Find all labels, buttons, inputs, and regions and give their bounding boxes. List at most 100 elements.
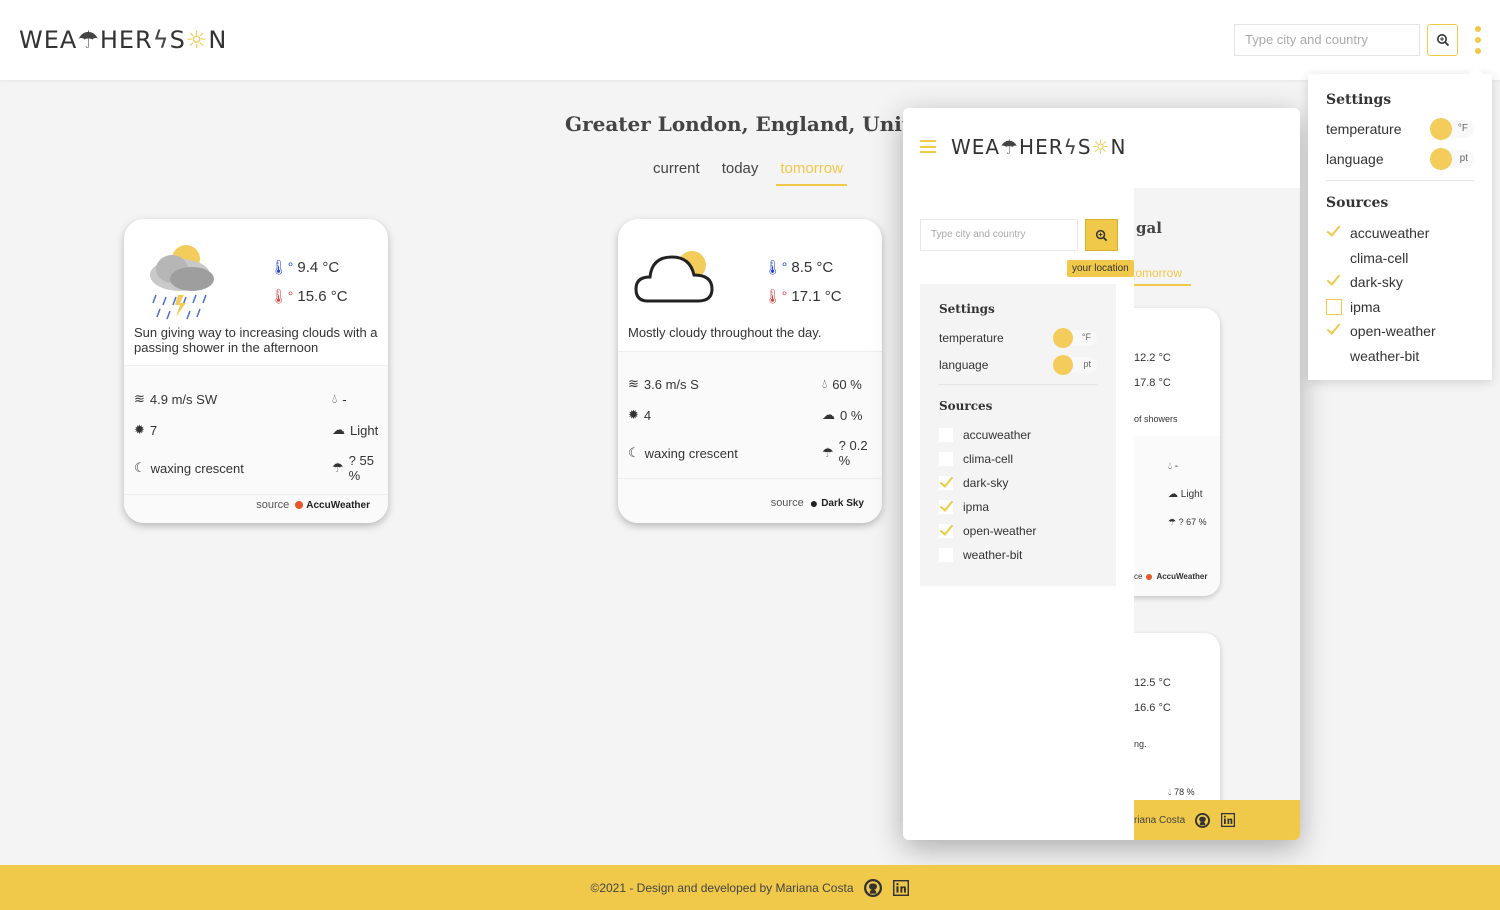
source-checkbox[interactable]: [1326, 347, 1342, 364]
sun-icon: ☼: [1091, 135, 1111, 159]
source-label: weather-bit: [1350, 347, 1420, 364]
temperature-toggle[interactable]: °F: [1430, 118, 1474, 140]
umbrella-icon: ☂: [1000, 135, 1020, 159]
forecast-description: Sun giving way to increasing clouds with…: [134, 325, 378, 355]
precipitation-icon: ☁︎: [1168, 489, 1178, 500]
settings-heading: Settings: [939, 302, 995, 316]
source-checkbox[interactable]: [1326, 249, 1342, 266]
temp-max: 17.1 °C: [791, 288, 842, 305]
wind-icon: ≋: [134, 391, 145, 406]
sun-icon: ☼: [185, 26, 209, 54]
source-option-weather-bit[interactable]: weather-bit: [939, 543, 1097, 567]
tab-tomorrow[interactable]: tomorrow: [1132, 266, 1191, 286]
source-checkbox[interactable]: [939, 476, 953, 490]
search-icon: [1436, 34, 1449, 47]
source-checkbox[interactable]: [939, 428, 953, 442]
umbrella-icon: ☂: [822, 445, 834, 460]
language-setting: language pt: [1326, 148, 1474, 170]
source-checkbox[interactable]: [939, 500, 953, 514]
app-logo[interactable]: WEA ☂ HER ϟ S ☼ N: [19, 26, 227, 54]
source-attribution: source ● Dark Sky: [770, 495, 864, 511]
page-footer: ©2021 - Design and developed by Mariana …: [0, 865, 1500, 910]
source-label: ipma: [1350, 298, 1381, 315]
linkedin-icon[interactable]: [1219, 811, 1237, 829]
uv-sun-icon: ✹: [134, 422, 145, 437]
mobile-background-content: gal tomorrow 12.2 °C 17.8 °C of showers 💧…: [1124, 188, 1300, 840]
forecast-tabs: current today tomorrow: [653, 160, 869, 186]
temp-min: 8.5 °C: [791, 259, 834, 276]
precipitation-icon: ☁︎: [332, 422, 345, 437]
settings-heading: Settings: [1326, 92, 1392, 108]
sources-heading: Sources: [939, 399, 993, 413]
temp-max: 15.6 °C: [297, 288, 348, 305]
source-checkbox[interactable]: [1326, 323, 1342, 340]
search-button[interactable]: [1427, 24, 1458, 56]
source-option-ipma[interactable]: ipma: [1326, 295, 1474, 320]
search-button[interactable]: [1085, 219, 1118, 251]
thermometer-cold-icon: 🌡︎°: [764, 259, 788, 275]
github-icon[interactable]: [863, 878, 882, 897]
mobile-footer: riana Costa: [1134, 800, 1300, 840]
location-tooltip: your location: [1067, 260, 1134, 277]
source-label: open-weather: [1350, 323, 1436, 340]
humidity-icon: 💧︎: [1168, 461, 1172, 472]
darksky-logo[interactable]: ● Dark Sky: [810, 495, 864, 511]
tab-tomorrow[interactable]: tomorrow: [776, 160, 847, 186]
source-option-weather-bit[interactable]: weather-bit: [1326, 344, 1474, 369]
source-label: accuweather: [963, 428, 1032, 442]
source-checkbox[interactable]: [1326, 298, 1342, 315]
sources-list: accuweather clima-cell dark-sky ipma open-we…: [1326, 221, 1474, 368]
mobile-logo[interactable]: WEA ☂ HER ϟ S ☼ N: [951, 135, 1126, 159]
mobile-drawer: Type city and country your location Sett…: [903, 188, 1134, 840]
sources-heading: Sources: [1326, 195, 1389, 211]
source-option-dark-sky[interactable]: dark-sky: [939, 471, 1097, 495]
search-input[interactable]: Type city and country: [920, 219, 1078, 251]
source-option-accuweather[interactable]: accuweather: [1326, 221, 1474, 246]
source-option-ipma[interactable]: ipma: [939, 495, 1097, 519]
cloudy-rain-weather-icon: [150, 245, 214, 320]
source-checkbox[interactable]: [939, 452, 953, 466]
temperature-range: 🌡︎° 9.4 °C 🌡︎° 15.6 °C: [270, 253, 348, 311]
moon-icon: ☾: [134, 460, 146, 475]
temp-min: 9.4 °C: [297, 259, 340, 276]
settings-dropdown: Settings temperature °F language pt Sour…: [1308, 66, 1492, 380]
moon-icon: ☾: [628, 445, 640, 460]
source-option-clima-cell[interactable]: clima-cell: [939, 447, 1097, 471]
source-option-open-weather[interactable]: open-weather: [1326, 319, 1474, 344]
lightning-icon: ϟ: [1063, 135, 1078, 159]
accuweather-logo[interactable]: AccuWeather: [295, 500, 370, 511]
source-option-open-weather[interactable]: open-weather: [939, 519, 1097, 543]
language-toggle[interactable]: pt: [1430, 148, 1474, 170]
language-toggle[interactable]: pt: [1053, 355, 1097, 375]
partly-cloudy-icon: [634, 251, 714, 303]
thermometer-hot-icon: 🌡︎°: [270, 288, 294, 304]
source-checkbox[interactable]: [1326, 274, 1342, 291]
source-option-accuweather[interactable]: accuweather: [939, 423, 1097, 447]
source-checkbox[interactable]: [939, 524, 953, 538]
wind-icon: ≋: [628, 376, 639, 391]
tab-current[interactable]: current: [653, 160, 700, 186]
umbrella-icon: ☂: [332, 460, 344, 475]
hamburger-menu-icon[interactable]: [920, 140, 936, 153]
source-checkbox[interactable]: [939, 548, 953, 562]
sources-list: accuweather clima-cell dark-sky ipma open-we…: [939, 423, 1097, 567]
temperature-setting: temperature °F: [939, 328, 1097, 348]
humidity-icon: 💧︎: [822, 376, 828, 391]
lightning-icon: ϟ: [152, 26, 170, 54]
source-checkbox[interactable]: [1326, 225, 1342, 242]
thermometer-hot-icon: 🌡︎°: [764, 288, 788, 304]
search-input[interactable]: Type city and country: [1234, 24, 1420, 56]
tab-today[interactable]: today: [722, 160, 759, 186]
source-label: open-weather: [963, 524, 1037, 538]
temperature-toggle[interactable]: °F: [1053, 328, 1097, 348]
thermometer-cold-icon: 🌡︎°: [270, 259, 294, 275]
source-option-clima-cell[interactable]: clima-cell: [1326, 246, 1474, 271]
temperature-range: 🌡︎° 8.5 °C 🌡︎° 17.1 °C: [764, 253, 842, 311]
linkedin-icon[interactable]: [892, 879, 910, 897]
source-option-dark-sky[interactable]: dark-sky: [1326, 270, 1474, 295]
uv-sun-icon: ✹: [628, 407, 639, 422]
precipitation-icon: ☁︎: [822, 407, 835, 422]
settings-menu-button[interactable]: [1470, 26, 1486, 54]
github-icon[interactable]: [1193, 811, 1211, 829]
humidity-icon: 💧︎: [332, 391, 338, 406]
